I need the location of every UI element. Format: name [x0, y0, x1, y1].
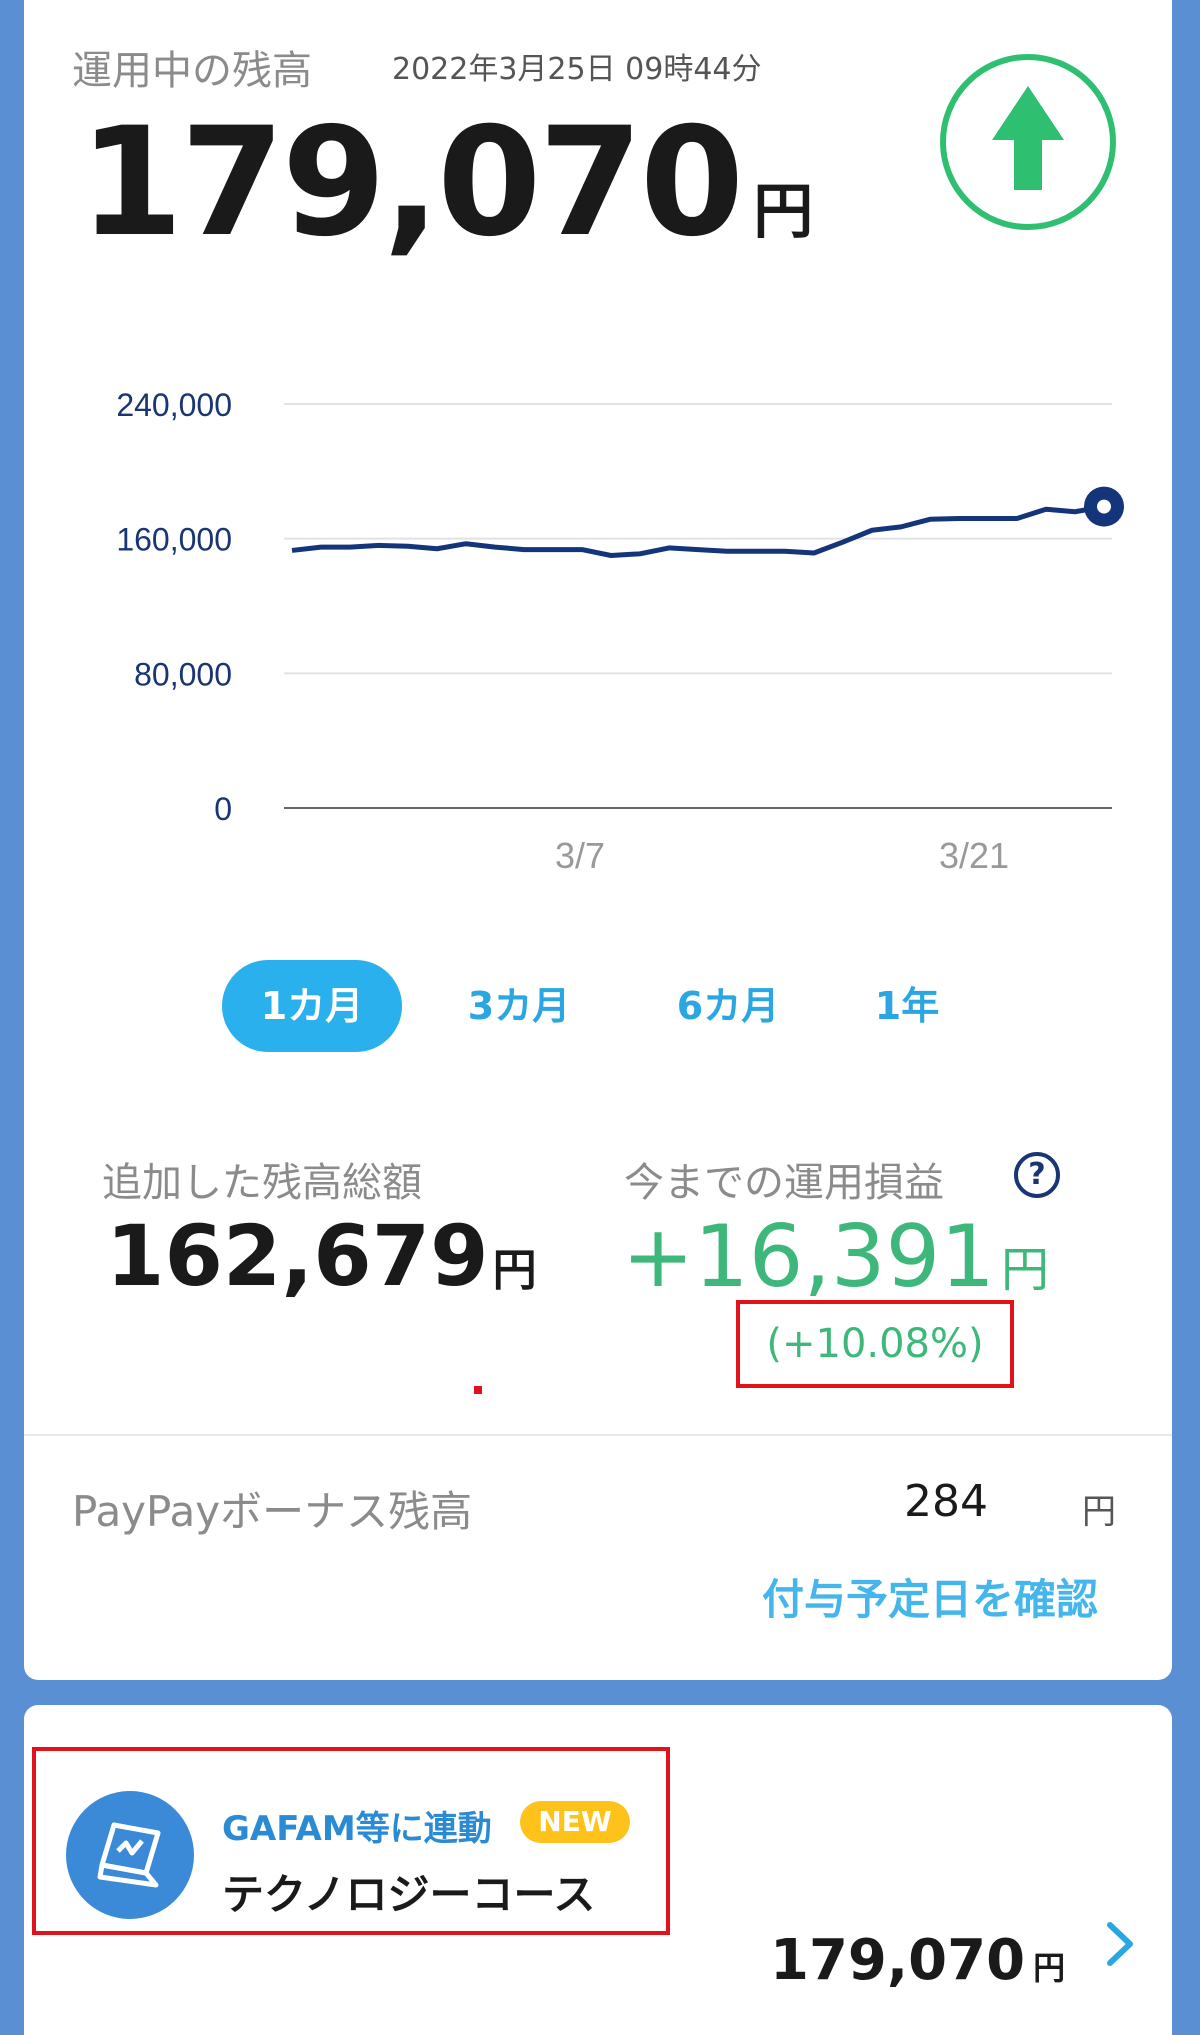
profit-percent-highlight: (+10.08%) — [736, 1300, 1014, 1388]
bonus-label: PayPayボーナス残高 — [72, 1487, 473, 1536]
period-tab[interactable]: 1カ月 — [222, 960, 402, 1052]
added-balance-value: 162,679 — [106, 1207, 489, 1305]
course-name: テクノロジーコース — [222, 1870, 596, 1919]
y-tick-label: 160,000 — [116, 522, 232, 558]
up-arrow-icon — [940, 54, 1116, 230]
period-tab[interactable]: 3カ月 — [429, 960, 609, 1052]
course-balance: 179,070 円 — [770, 1933, 1065, 1989]
help-icon[interactable]: ? — [1014, 1152, 1060, 1198]
bonus-unit: 円 — [1082, 1492, 1116, 1532]
chevron-right-icon[interactable] — [1100, 1919, 1140, 1969]
balance-chart: 240,000 160,000 80,000 0 3/7 3/21 — [116, 387, 1124, 876]
total-balance-unit: 円 — [753, 177, 814, 247]
added-balance-unit: 円 — [492, 1245, 537, 1296]
annotation-dot — [474, 1386, 482, 1394]
profit-value: +16,391 — [622, 1207, 995, 1307]
added-balance: 162,679 円 — [106, 1214, 537, 1298]
profit: +16,391 円 — [622, 1214, 1049, 1300]
grant-date-link[interactable]: 付与予定日を確認 — [762, 1566, 1098, 1627]
total-balance-value: 179,070 — [79, 96, 744, 270]
bonus-value: 284 — [904, 1476, 988, 1527]
course-tag: GAFAM等に連動 — [222, 1809, 492, 1849]
profit-unit: 円 — [1000, 1242, 1049, 1298]
profit-percent: (+10.08%) — [766, 1321, 984, 1367]
period-tab[interactable]: 1年 — [832, 960, 982, 1052]
course-balance-unit: 円 — [1033, 1949, 1066, 1987]
balance-timestamp: 2022年3月25日 09時44分 — [392, 52, 762, 87]
x-tick-label: 3/7 — [555, 835, 605, 876]
divider — [24, 1434, 1172, 1436]
y-tick-label: 80,000 — [134, 656, 232, 692]
new-badge: NEW — [520, 1801, 630, 1843]
total-balance: 179,070 円 — [79, 108, 813, 258]
profit-label: 今までの運用損益 — [624, 1160, 944, 1206]
y-tick-label: 0 — [214, 791, 232, 827]
added-balance-label: 追加した残高総額 — [102, 1160, 422, 1206]
balance-card: 運用中の残高 2022年3月25日 09時44分 179,070 円 240,0… — [24, 0, 1172, 1680]
course-card[interactable]: GAFAM等に連動 NEW テクノロジーコース 179,070 円 — [24, 1705, 1172, 2035]
course-highlight: GAFAM等に連動 NEW テクノロジーコース — [32, 1747, 670, 1935]
series-line — [291, 504, 1105, 558]
balance-title: 運用中の残高 — [72, 48, 312, 94]
x-tick-label: 3/21 — [939, 835, 1009, 876]
current-point-center — [1097, 499, 1111, 514]
period-tab[interactable]: 6カ月 — [638, 960, 818, 1052]
laptop-icon — [66, 1791, 194, 1919]
period-tabs: 1カ月 3カ月 6カ月 1年 — [24, 960, 1172, 1052]
y-tick-label: 240,000 — [116, 387, 232, 423]
course-balance-value: 179,070 — [770, 1928, 1026, 1993]
